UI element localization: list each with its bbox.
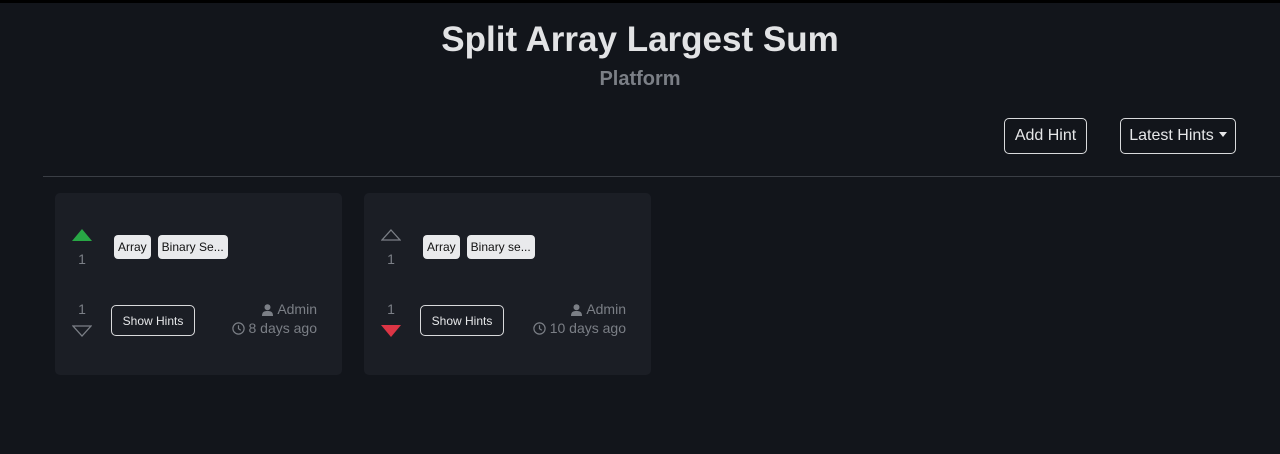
upvote-count: 1 <box>78 251 86 267</box>
hint-card: 1 Array Binary Se... 1 Show Hints Admin <box>55 193 342 375</box>
tag-list: Array Binary Se... <box>114 235 228 259</box>
author-name: Admin <box>586 301 626 317</box>
tag-badge[interactable]: Array <box>423 235 460 259</box>
author-row: Admin <box>232 300 317 319</box>
downvote-count: 1 <box>387 301 395 317</box>
author-name: Admin <box>277 301 317 317</box>
user-icon <box>571 303 583 316</box>
upvote-arrow-icon[interactable] <box>72 229 92 241</box>
tag-list: Array Binary se... <box>423 235 535 259</box>
timestamp-row: 10 days ago <box>533 319 626 338</box>
upvote-arrow-icon[interactable] <box>381 229 401 241</box>
sort-dropdown-label: Latest Hints <box>1129 127 1214 144</box>
downvote-arrow-icon[interactable] <box>381 325 401 337</box>
downvote-count: 1 <box>78 301 86 317</box>
posted-time: 10 days ago <box>549 320 626 336</box>
author-row: Admin <box>533 300 626 319</box>
clock-icon <box>231 322 245 335</box>
tag-badge[interactable]: Binary se... <box>466 235 535 259</box>
show-hints-button[interactable]: Show Hints <box>111 305 195 336</box>
timestamp-row: 8 days ago <box>231 319 318 338</box>
hint-meta: Admin 8 days ago <box>231 300 318 338</box>
tag-badge[interactable]: Binary Se... <box>157 235 228 259</box>
hint-meta: Admin 10 days ago <box>533 300 626 338</box>
sort-dropdown[interactable]: Latest Hints <box>1120 118 1236 154</box>
posted-time: 8 days ago <box>248 320 318 336</box>
user-icon <box>262 303 274 316</box>
tag-badge[interactable]: Array <box>114 235 151 259</box>
chevron-down-icon <box>1218 131 1227 137</box>
downvote-arrow-icon[interactable] <box>72 325 92 337</box>
add-hint-button[interactable]: Add Hint <box>1004 118 1087 154</box>
show-hints-button[interactable]: Show Hints <box>420 305 504 336</box>
page-title: Split Array Largest Sum <box>441 20 839 59</box>
hints-page: Split Array Largest Sum Platform Add Hin… <box>0 0 1280 454</box>
top-border <box>0 0 1280 3</box>
page-subtitle: Platform <box>599 68 681 90</box>
clock-icon <box>533 322 546 335</box>
upvote-count: 1 <box>387 251 395 267</box>
divider <box>43 176 1280 177</box>
hint-card: 1 Array Binary se... 1 Show Hints Admin <box>364 193 651 375</box>
